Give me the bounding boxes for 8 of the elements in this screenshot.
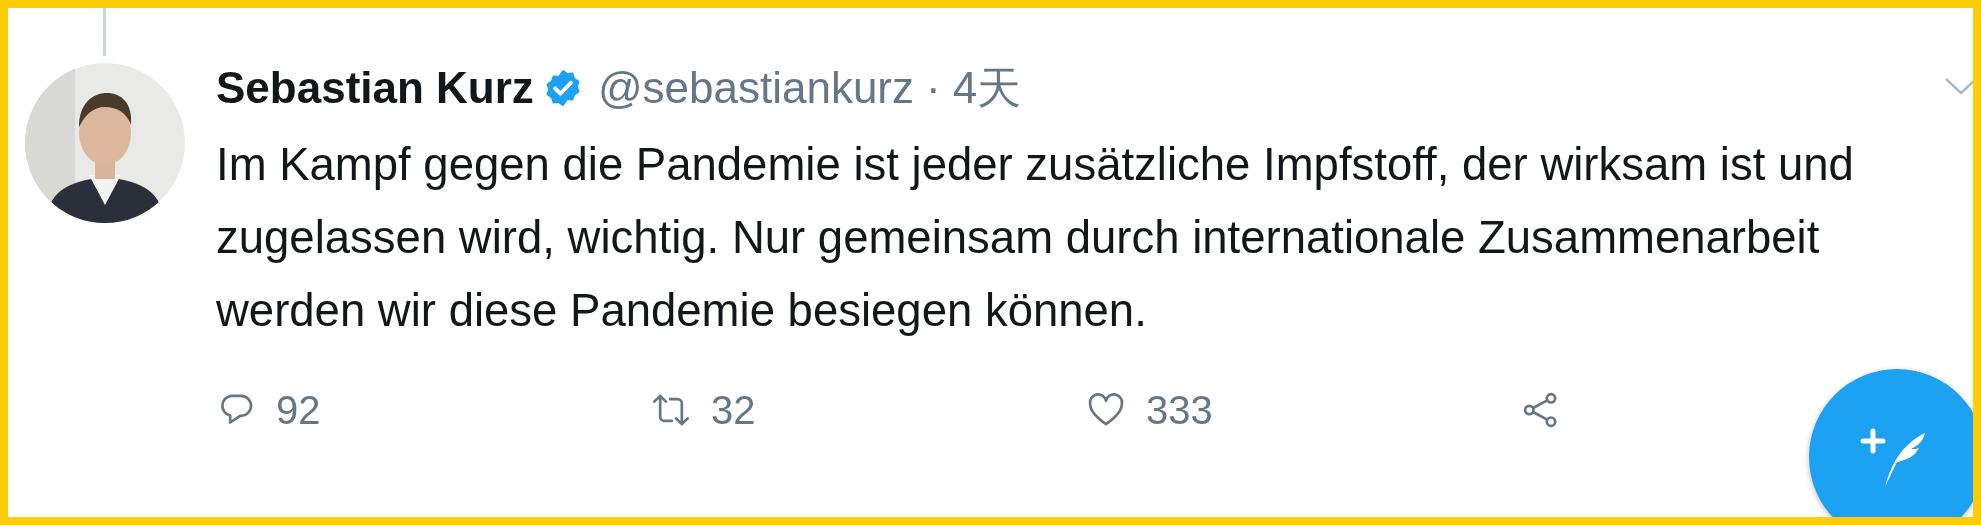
reply-count: 92 [276, 387, 321, 433]
tweet-text: Im Kampf gegen die Pandemie ist jeder zusätzliche Impfstoff, der wirksam ist und zugelassen wird, wichtig. Nur gemeinsam durch internationale Zusammenarbeit werden wir diese Pandemie besiegen können. [216, 138, 1855, 338]
tweet-time[interactable]: 4天 [952, 58, 1022, 118]
separator-dot: · [926, 63, 941, 113]
retweet-count: 32 [711, 387, 756, 433]
like-count: 333 [1146, 387, 1213, 433]
author-name[interactable]: Sebastian Kurz [216, 63, 534, 113]
author-handle[interactable]: @sebastiankurz [597, 63, 915, 113]
